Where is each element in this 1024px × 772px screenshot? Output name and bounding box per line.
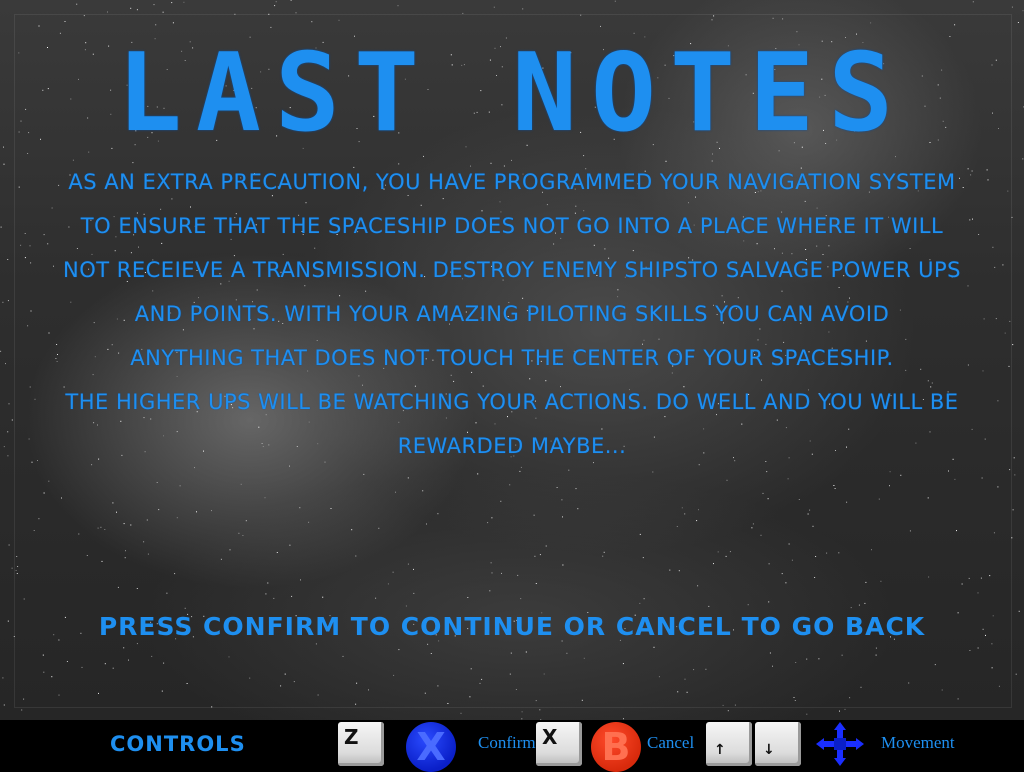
story-line: AND POINTS. WITH YOUR AMAZING PILOTING S… — [134, 302, 890, 326]
confirm-label: Confirm — [478, 733, 536, 752]
down-arrow-label: ↓ — [763, 742, 775, 758]
dpad-icon — [816, 722, 864, 766]
star — [107, 11, 108, 13]
story-line: REWARDED MAYBE... — [397, 434, 627, 458]
star — [1022, 158, 1024, 160]
star — [1011, 6, 1013, 8]
x-button-label: X — [416, 725, 446, 769]
controls-bar: CONTROLS Z X Confirm X B Cancel ↑ ↓ Move… — [0, 720, 1024, 772]
controls-title: CONTROLS — [110, 732, 246, 756]
star — [1015, 673, 1017, 675]
star — [522, 8, 524, 10]
star — [183, 1, 185, 3]
star — [493, 6, 495, 8]
story-line: NOT RECEIEVE A TRANSMISSION. DESTROY ENE… — [63, 258, 961, 282]
b-button-icon: B — [591, 722, 641, 772]
star — [460, 712, 462, 714]
star — [2, 677, 4, 679]
star — [1017, 22, 1019, 23]
x-key-icon: X — [536, 722, 582, 766]
story-line: THE HIGHER UPS WILL BE WATCHING YOUR ACT… — [65, 390, 959, 414]
star — [972, 1, 974, 3]
star — [130, 7, 132, 9]
story-line: TO ENSURE THAT THE SPACESHIP DOES NOT GO… — [80, 214, 944, 238]
cancel-label: Cancel — [647, 733, 695, 752]
star — [614, 0, 616, 2]
star — [290, 0, 292, 1]
story-line: AS AN EXTRA PRECAUTION, YOU HAVE PROGRAM… — [68, 170, 956, 194]
z-key-icon: Z — [338, 722, 384, 766]
star — [8, 544, 10, 546]
star — [521, 711, 523, 713]
page-title: LAST NOTES — [116, 31, 908, 156]
star — [162, 11, 164, 13]
star — [727, 710, 729, 712]
star — [274, 5, 276, 7]
star — [3, 704, 5, 706]
star — [11, 567, 13, 569]
up-arrow-key-icon: ↑ — [706, 722, 752, 766]
star — [839, 710, 840, 712]
z-key-label: Z — [344, 725, 359, 749]
up-arrow-label: ↑ — [714, 742, 726, 758]
star — [1012, 509, 1014, 511]
story-line: ANYTHING THAT DOES NOT TOUCH THE CENTER … — [130, 346, 894, 370]
down-arrow-key-icon: ↓ — [755, 722, 801, 766]
star — [21, 709, 23, 711]
star — [171, 2, 173, 4]
star — [1014, 474, 1016, 476]
star — [539, 709, 541, 711]
game-screen: LAST NOTES AS AN EXTRA PRECAUTION, YOU H… — [0, 0, 1024, 720]
continue-prompt: PRESS CONFIRM TO CONTINUE OR CANCEL TO G… — [98, 612, 926, 641]
star — [844, 708, 846, 710]
star — [3, 163, 5, 165]
x-key-label: X — [542, 725, 558, 749]
b-button-label: B — [601, 725, 631, 769]
star — [153, 4, 155, 6]
star — [1022, 10, 1024, 12]
star — [275, 1, 277, 3]
movement-label: Movement — [881, 733, 955, 752]
star — [76, 3, 78, 5]
star — [397, 5, 399, 7]
x-button-icon: X — [406, 722, 456, 772]
star — [136, 9, 138, 11]
story-text: AS AN EXTRA PRECAUTION, YOU HAVE PROGRAM… — [0, 166, 1024, 474]
star — [806, 713, 808, 715]
